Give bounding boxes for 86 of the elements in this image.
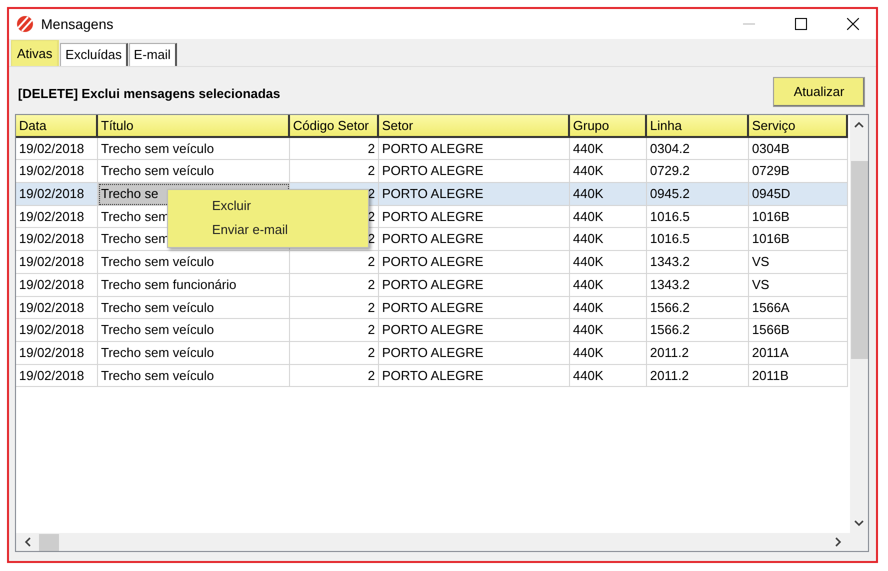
table-cell: Trecho sem veículo [98,364,290,388]
table-cell: 2 [290,319,379,342]
table-cell: Trecho sem veículo [98,296,290,320]
table-cell: PORTO ALEGRE [379,228,570,252]
table-cell: PORTO ALEGRE [379,251,570,274]
table-cell: Trecho sem veículo [98,342,290,365]
table-cell: PORTO ALEGRE [379,342,570,365]
table-cell: 19/02/2018 [16,319,98,342]
column-header[interactable]: Setor [379,115,570,138]
table-cell: Trecho sem veículo [98,319,290,342]
table-cell: PORTO ALEGRE [379,183,570,206]
table-cell: 19/02/2018 [16,206,98,228]
column-header[interactable]: Código Setor [290,115,379,138]
table-cell: 440K [570,183,647,206]
table-cell: PORTO ALEGRE [379,206,570,228]
table-cell: 1016.5 [647,206,749,228]
table-cell: 440K [570,228,647,252]
table-cell: 1566A [749,296,848,320]
table-cell: 0304B [749,138,848,160]
table-cell: 0945D [749,183,848,206]
table-cell: 1016.5 [647,228,749,252]
table-cell: Trecho sem funcionário [98,274,290,296]
table-cell: Trecho sem veículo [98,251,290,274]
table-cell: 440K [570,251,647,274]
column-header[interactable]: Data [16,115,98,138]
table-cell: 2 [290,364,379,388]
table-cell: 2 [290,138,379,160]
table-cell: 1566.2 [647,319,749,342]
table-cell: 440K [570,296,647,320]
table-cell: 2 [290,296,379,320]
scroll-right-icon[interactable] [835,537,842,547]
table-cell: 2011A [749,342,848,365]
table-cell: 19/02/2018 [16,296,98,320]
table-cell: 1343.2 [647,274,749,296]
column-header[interactable]: Grupo [570,115,647,138]
table-cell: 19/02/2018 [16,364,98,388]
table-cell: 0945.2 [647,183,749,206]
table-cell: PORTO ALEGRE [379,138,570,160]
table-cell: PORTO ALEGRE [379,296,570,320]
scroll-down-icon[interactable] [854,520,864,527]
scroll-up-icon[interactable] [854,121,864,128]
table-cell: 440K [570,364,647,388]
table-cell: 2 [290,342,379,365]
table-cell: 19/02/2018 [16,138,98,160]
tab[interactable]: Excluídas [60,43,128,66]
table-cell: VS [749,251,848,274]
refresh-button[interactable]: Atualizar [773,76,865,106]
table-cell: 19/02/2018 [16,183,98,206]
table-cell: 2 [290,274,379,296]
table-cell: 440K [570,319,647,342]
table-cell: 2011.2 [647,342,749,365]
table-cell: 1016B [749,206,848,228]
column-header[interactable]: Título [98,115,290,138]
close-icon[interactable] [847,18,859,30]
table-cell: 1343.2 [647,251,749,274]
tab[interactable]: Ativas [11,40,60,66]
column-header[interactable]: Serviço [749,115,848,138]
hint-text: [DELETE] Exclui mensagens selecionadas [18,86,280,101]
table-cell: 0304.2 [647,138,749,160]
table-cell: 19/02/2018 [16,274,98,296]
table-cell: 1016B [749,228,848,252]
column-header[interactable]: Linha [647,115,749,138]
table-cell: 440K [570,138,647,160]
table-cell: PORTO ALEGRE [379,319,570,342]
maximize-icon[interactable] [795,18,807,30]
table-cell: 1566B [749,319,848,342]
table-cell: PORTO ALEGRE [379,274,570,296]
table-cell: 2011.2 [647,364,749,388]
table-cell: 440K [570,342,647,365]
table-cell: Trecho sem veículo [98,138,290,160]
window-title: Mensagens [41,16,114,32]
table-cell: 19/02/2018 [16,251,98,274]
table-cell: VS [749,274,848,296]
table-cell: 2011B [749,364,848,388]
table-cell: 2 [290,251,379,274]
table-cell: 440K [570,274,647,296]
scrollbar-thumb[interactable] [850,161,868,359]
table-cell: 19/02/2018 [16,228,98,252]
scrollbar-thumb[interactable] [39,534,59,550]
scroll-left-icon[interactable] [24,537,31,547]
table-cell: 440K [570,206,647,228]
table-cell: PORTO ALEGRE [379,364,570,388]
tab[interactable]: E-mail [128,43,177,66]
table-cell: 1566.2 [647,296,749,320]
app-logo-icon [15,15,35,33]
table-cell: 19/02/2018 [16,342,98,365]
